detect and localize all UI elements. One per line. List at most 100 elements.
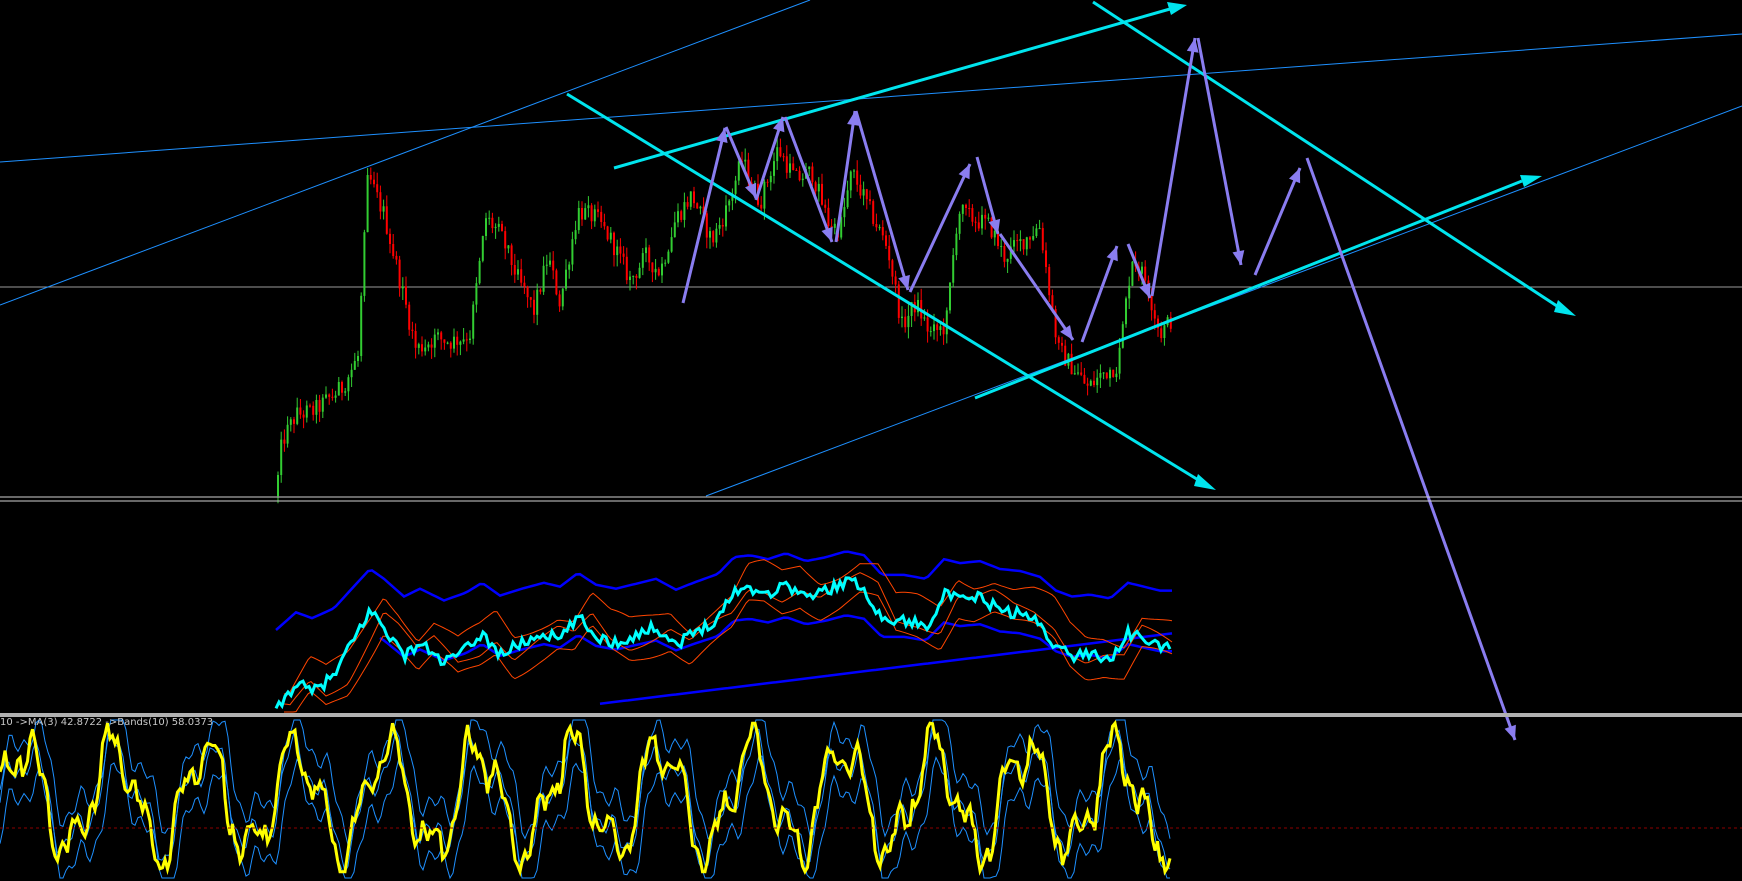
candle-body	[798, 170, 801, 181]
candle-body	[1086, 383, 1089, 386]
candle-body	[657, 268, 660, 276]
candle-body	[782, 156, 785, 158]
candle-body	[353, 361, 356, 370]
candle-body	[712, 231, 715, 243]
candle-body	[718, 225, 721, 229]
candle-body	[929, 331, 932, 333]
candle-body	[280, 439, 283, 475]
candle-body	[1057, 337, 1060, 343]
candle-body	[795, 170, 798, 171]
candle-body	[347, 377, 350, 392]
candle-body	[577, 208, 580, 231]
candle-body	[1153, 310, 1156, 319]
candle-body	[593, 209, 596, 222]
candle-body	[430, 344, 433, 348]
candle-body	[1003, 246, 1006, 262]
candle-body	[350, 369, 353, 378]
candle-body	[859, 184, 862, 196]
candle-body	[635, 275, 638, 278]
candle-body	[443, 339, 446, 343]
candle-body	[536, 289, 539, 315]
candle-body	[888, 245, 891, 261]
candle-body	[622, 253, 625, 257]
candle-body	[277, 475, 279, 496]
candle-body	[1150, 296, 1153, 311]
candle-body	[641, 253, 644, 268]
candle-body	[472, 304, 475, 339]
candle-body	[881, 227, 884, 236]
candle-body	[613, 232, 615, 256]
candle-body	[366, 175, 369, 233]
candle-body	[760, 204, 763, 209]
candle-body	[1115, 373, 1118, 378]
candle-body	[808, 166, 811, 169]
candle-body	[459, 341, 462, 345]
candle-body	[1102, 372, 1105, 374]
candle-body	[773, 161, 775, 176]
candle-body	[437, 332, 439, 335]
candle-body	[382, 206, 385, 212]
candle-body	[789, 163, 791, 173]
candle-body	[296, 407, 299, 424]
candle-body	[1105, 372, 1108, 379]
candle-body	[504, 231, 507, 249]
candle-body	[600, 211, 603, 222]
oscillator-label: 10 ->MA(3) 42.8722 ->Bands(10) 58.0373	[0, 717, 214, 728]
candle-body	[379, 192, 382, 212]
candle-body	[453, 336, 455, 349]
candle-body	[933, 324, 935, 332]
candle-body	[955, 233, 958, 256]
candle-body	[1070, 353, 1073, 375]
candle-body	[990, 217, 993, 238]
candle-body	[776, 147, 779, 162]
candle-body	[686, 202, 689, 207]
trading-chart[interactable]	[0, 0, 1742, 881]
candle-body	[587, 205, 590, 209]
candle-body	[993, 230, 996, 238]
candle-body	[763, 181, 766, 209]
candle-body	[779, 147, 782, 157]
candle-body	[811, 166, 814, 183]
candle-body	[977, 222, 980, 229]
candle-body	[433, 334, 436, 348]
candle-body	[1025, 237, 1028, 250]
candle-body	[872, 201, 875, 224]
candle-body	[926, 317, 929, 332]
candle-body	[1141, 266, 1143, 274]
candle-body	[616, 246, 619, 256]
candle-body	[302, 414, 305, 418]
candle-body	[520, 269, 523, 283]
candle-body	[843, 207, 846, 218]
candle-body	[875, 224, 878, 228]
candle-body	[974, 221, 977, 223]
candle-body	[1045, 250, 1047, 267]
candle-body	[680, 211, 683, 220]
candle-body	[1048, 267, 1051, 296]
candle-body	[1163, 325, 1166, 338]
candle-body	[827, 207, 830, 226]
candle-body	[901, 316, 903, 318]
candle-body	[491, 217, 494, 229]
candle-body	[558, 294, 561, 307]
candle-body	[609, 232, 612, 240]
candle-body	[677, 211, 679, 223]
candle-body	[299, 407, 302, 415]
candle-body	[389, 233, 391, 244]
candle-body	[664, 262, 667, 264]
candle-body	[833, 223, 836, 228]
candle-body	[501, 223, 503, 232]
candle-body	[369, 175, 372, 180]
candle-body	[312, 405, 315, 415]
candle-body	[709, 231, 711, 238]
candle-body	[289, 419, 292, 425]
candle-body	[683, 202, 686, 220]
candle-body	[1006, 258, 1009, 262]
candle-body	[1077, 372, 1079, 374]
candle-body	[651, 262, 654, 273]
candle-body	[417, 344, 420, 348]
candle-body	[494, 226, 497, 229]
candle-body	[293, 419, 295, 424]
candle-body	[1041, 228, 1044, 251]
candle-body	[629, 276, 631, 280]
candle-body	[373, 179, 375, 185]
